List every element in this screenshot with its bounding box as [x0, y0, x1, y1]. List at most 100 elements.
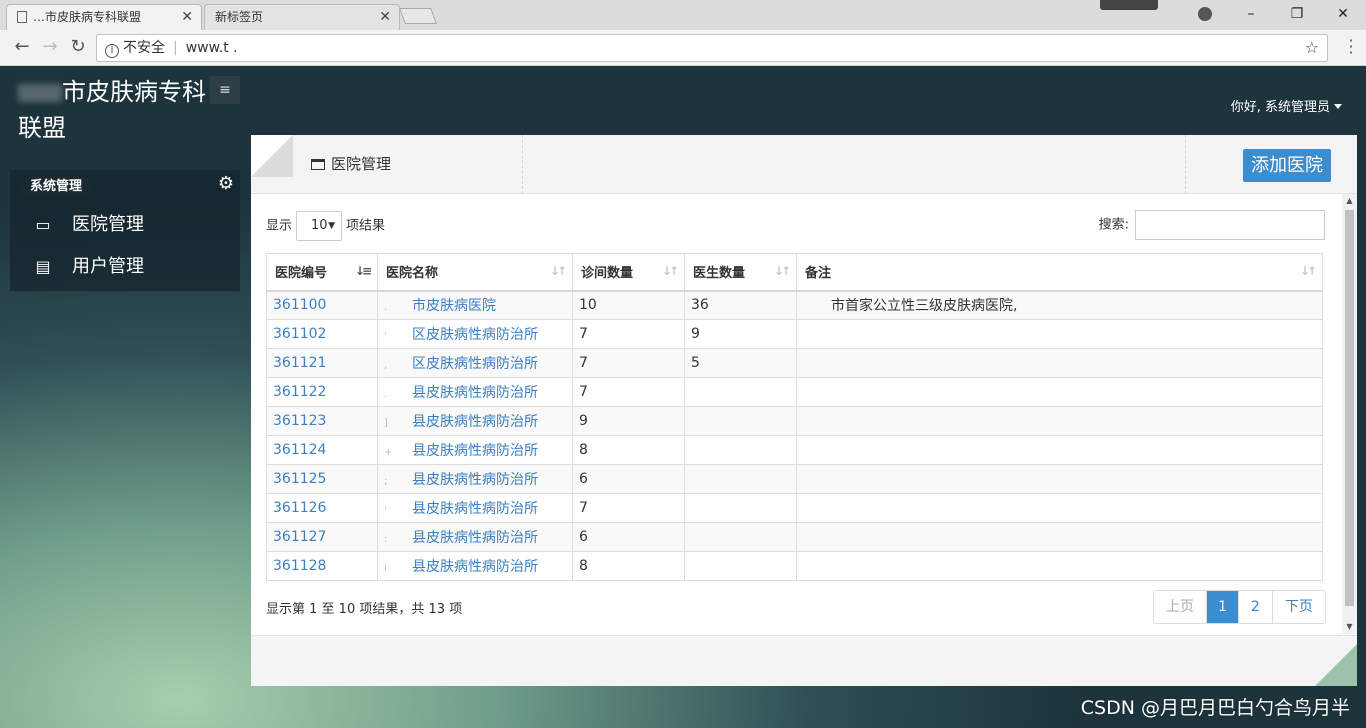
- back-arrow-icon[interactable]: ←: [10, 36, 34, 60]
- forward-arrow-icon[interactable]: →: [38, 36, 62, 60]
- cell-id[interactable]: 361124: [266, 435, 378, 465]
- cell-note: [796, 348, 1323, 378]
- monitor-icon: ▭: [35, 215, 51, 234]
- search-label: 搜索:: [1098, 217, 1129, 233]
- sidebar-item-label: 医院管理: [72, 214, 144, 235]
- cell-id[interactable]: 361126: [266, 493, 378, 523]
- cell-name[interactable]: ' 县皮肤病性病防治所: [377, 493, 573, 523]
- add-hospital-button[interactable]: 添加医院: [1243, 149, 1331, 182]
- scroll-thumb[interactable]: [1345, 210, 1354, 606]
- cell-id[interactable]: 361100: [266, 290, 378, 320]
- hospital-name-link[interactable]: 县皮肤病性病防治所: [412, 414, 538, 430]
- app-brand: 市皮肤病专科联盟: [18, 74, 218, 146]
- close-icon[interactable]: ✕: [379, 5, 391, 29]
- profile-icon[interactable]: [1198, 7, 1212, 21]
- table-row: 361127 : 县皮肤病性病防治所 6: [266, 522, 1323, 552]
- cell-id[interactable]: 361121: [266, 348, 378, 378]
- table-row: 361102 ' 区皮肤病性病防治所 7 9: [266, 319, 1323, 349]
- prev-page-button[interactable]: 上页: [1154, 591, 1207, 623]
- hospital-id-link[interactable]: 361121: [273, 355, 326, 371]
- cell-rooms: 6: [572, 522, 685, 552]
- user-menu[interactable]: 你好, 系统管理员: [1231, 96, 1342, 115]
- hospital-name-link[interactable]: 区皮肤病性病防治所: [412, 327, 538, 343]
- gear-icon[interactable]: ⚙: [218, 173, 234, 194]
- cell-name[interactable]: . 市皮肤病医院: [377, 290, 573, 320]
- hospital-name-link[interactable]: 县皮肤病性病防治所: [412, 530, 538, 546]
- cell-id[interactable]: 361122: [266, 377, 378, 407]
- cell-id[interactable]: 361123: [266, 406, 378, 436]
- cell-name[interactable]: + 县皮肤病性病防治所: [377, 435, 573, 465]
- page-1-button[interactable]: 1: [1207, 591, 1239, 623]
- cell-doctors: [684, 435, 797, 465]
- reload-icon[interactable]: ↻: [66, 36, 90, 60]
- cell-id[interactable]: 361127: [266, 522, 378, 552]
- minimize-icon[interactable]: –: [1228, 0, 1274, 30]
- hospital-id-link[interactable]: 361102: [273, 326, 326, 342]
- sidebar-item-users[interactable]: ▤ 用户管理: [32, 252, 144, 282]
- cell-name[interactable]: ] 县皮肤病性病防治所: [377, 406, 573, 436]
- hospital-id-link[interactable]: 361126: [273, 500, 326, 516]
- hospital-name-link[interactable]: 县皮肤病性病防治所: [412, 559, 538, 575]
- search-input[interactable]: [1135, 210, 1325, 240]
- hospital-id-link[interactable]: 361123: [273, 413, 326, 429]
- next-page-button[interactable]: 下页: [1273, 591, 1325, 623]
- column-header-id[interactable]: 医院编号 ↓≡: [266, 253, 378, 292]
- panel-footer: [251, 635, 1357, 686]
- new-tab-button[interactable]: [399, 8, 437, 24]
- close-window-icon[interactable]: ✕: [1320, 0, 1366, 30]
- close-icon[interactable]: ✕: [181, 5, 193, 29]
- address-bar[interactable]: i 不安全 | www.t . ☆: [96, 34, 1328, 62]
- hospital-id-link[interactable]: 361122: [273, 384, 326, 400]
- hospital-name-link[interactable]: 县皮肤病性病防治所: [412, 443, 538, 459]
- page-2-button[interactable]: 2: [1239, 591, 1273, 623]
- security-label: 不安全: [123, 40, 165, 56]
- cell-id[interactable]: 361128: [266, 551, 378, 581]
- hospital-id-link[interactable]: 361124: [273, 442, 326, 458]
- bookmark-star-icon[interactable]: ☆: [1305, 35, 1319, 61]
- cell-name[interactable]: . 县皮肤病性病防治所: [377, 377, 573, 407]
- scroll-up-icon[interactable]: ▲: [1342, 194, 1357, 208]
- hospital-name-link[interactable]: 县皮肤病性病防治所: [412, 501, 538, 517]
- watermark: CSDN @月巴月巴白勺合鸟月半: [1080, 697, 1350, 719]
- table-row: 361126 ' 县皮肤病性病防治所 7: [266, 493, 1323, 523]
- hospital-name-link[interactable]: 县皮肤病性病防治所: [412, 385, 538, 401]
- sidebar-item-label: 用户管理: [72, 256, 144, 277]
- column-header-doctors[interactable]: 医生数量 ↓↑: [684, 253, 797, 292]
- table-row: 361125; 县皮肤病性病防治所 6: [266, 464, 1323, 494]
- sidebar-item-hospital[interactable]: ▭ 医院管理: [32, 210, 144, 240]
- browser-tab-active[interactable]: …市皮肤病专科联盟 ✕: [6, 4, 202, 30]
- column-header-name[interactable]: 医院名称 ↓↑: [377, 253, 573, 292]
- cell-name[interactable]: ; 县皮肤病性病防治所: [377, 464, 573, 494]
- scrollbar[interactable]: ▲ ▼: [1342, 194, 1357, 634]
- cell-name[interactable]: ' 区皮肤病性病防治所: [377, 319, 573, 349]
- hospital-id-link[interactable]: 361127: [273, 529, 326, 545]
- hospital-name-link[interactable]: 县皮肤病性病防治所: [412, 472, 538, 488]
- cell-id[interactable]: 361102: [266, 319, 378, 349]
- divider: [522, 135, 523, 194]
- hospital-id-link[interactable]: 361100: [273, 297, 326, 313]
- info-icon[interactable]: i: [105, 44, 119, 58]
- column-header-note[interactable]: 备注 ↓↑: [796, 253, 1323, 292]
- cell-name[interactable]: : 县皮肤病性病防治所: [377, 522, 573, 552]
- scroll-down-icon[interactable]: ▼: [1342, 620, 1357, 634]
- hospital-id-link[interactable]: 361128: [273, 558, 326, 574]
- hospital-name-link[interactable]: 区皮肤病性病防治所: [412, 356, 538, 372]
- browser-menu-icon[interactable]: · · ·: [1348, 33, 1354, 61]
- column-header-rooms[interactable]: 诊间数量 ↓↑: [572, 253, 685, 292]
- hospital-name-link[interactable]: 市皮肤病医院: [412, 298, 496, 314]
- cell-name[interactable]: , 区皮肤病性病防治所: [377, 348, 573, 378]
- menu-toggle-button[interactable]: ≡: [210, 76, 240, 104]
- redacted-prefix: ]: [384, 418, 388, 429]
- cell-rooms: 7: [572, 493, 685, 523]
- browser-tab-strip: …市皮肤病专科联盟 ✕ 新标签页 ✕ – ❐ ✕: [0, 0, 1366, 30]
- column-label: 备注: [805, 266, 832, 282]
- page-length-select[interactable]: 10 ▼: [296, 211, 343, 241]
- browser-tab-new[interactable]: 新标签页 ✕: [204, 4, 400, 30]
- cell-name[interactable]: i 县皮肤病性病防治所: [377, 551, 573, 581]
- maximize-icon[interactable]: ❐: [1274, 0, 1320, 30]
- hospital-id-link[interactable]: 361125: [273, 471, 326, 487]
- address-separator: |: [173, 40, 178, 56]
- panel-header: 医院管理 添加医院: [251, 135, 1357, 194]
- redacted-prefix: ': [384, 505, 387, 516]
- cell-id[interactable]: 361125: [266, 464, 378, 494]
